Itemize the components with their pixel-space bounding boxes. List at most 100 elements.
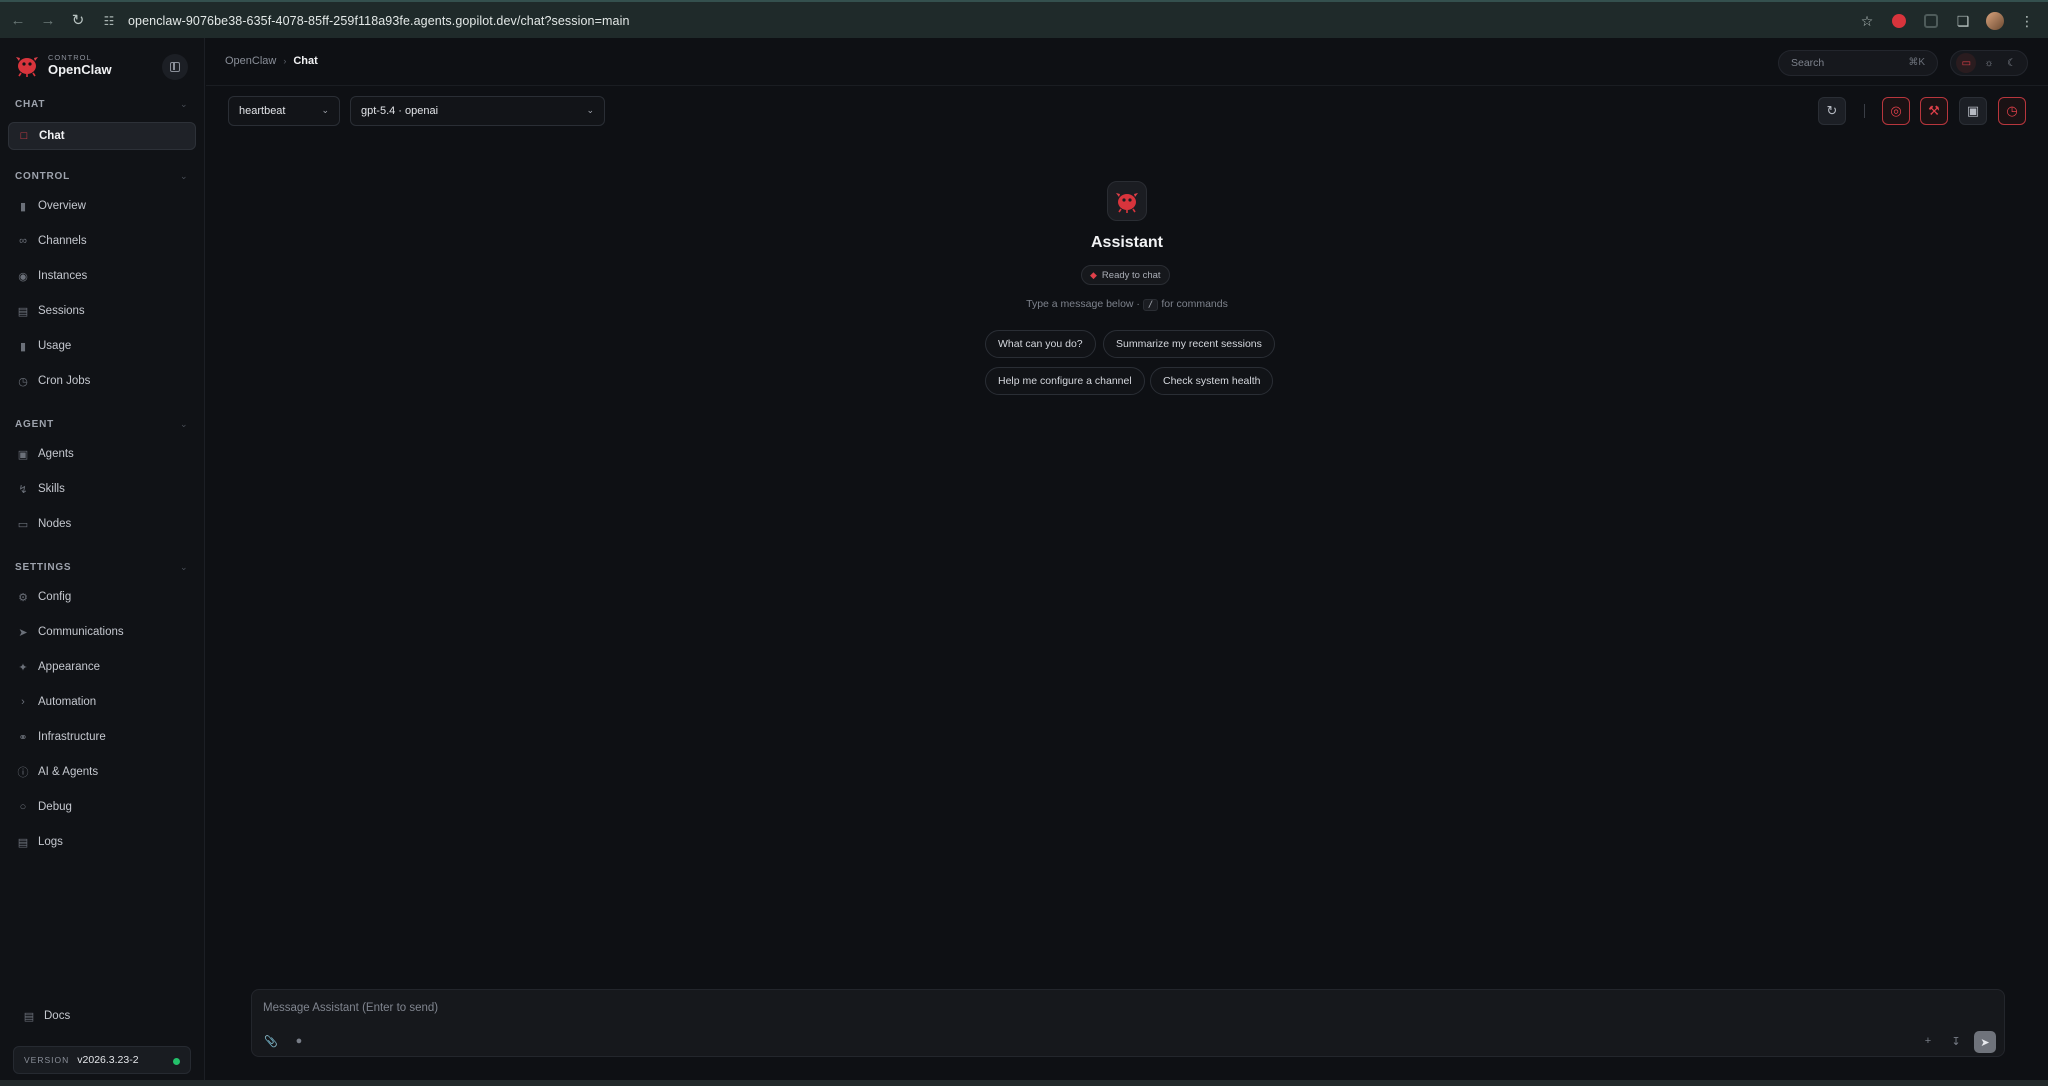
top-header: OpenClaw › Chat Search ⌘K ▭ ☼ ☾ [206,38,2048,86]
sidebar-item-instances[interactable]: ◉ Instances [8,262,196,290]
sidebar-item-agents[interactable]: ▣ Agents [8,440,196,468]
browser-menu-icon[interactable]: ⋮ [2016,10,2038,32]
plus-icon[interactable]: + [1919,1032,1937,1050]
tools-toggle-button[interactable]: ⚒ [1920,97,1948,125]
sidebar-item-label: Config [38,591,72,603]
sidebar: CONTROL OpenClaw CHAT ⌄ □ Chat CONTROL ⌄… [0,38,205,1084]
brand[interactable]: CONTROL OpenClaw [14,52,112,78]
url-text[interactable]: openclaw-9076be38-635f-4078-85ff-259f118… [128,14,630,28]
bookmark-star-icon[interactable]: ☆ [1856,10,1878,32]
refresh-button[interactable]: ↻ [1818,97,1846,125]
sidebar-item-communications[interactable]: ➤ Communications [8,618,196,646]
message-input-placeholder[interactable]: Message Assistant (Enter to send) [263,1002,438,1014]
dark-theme-moon-icon[interactable]: ☾ [2002,53,2022,73]
assistant-avatar [1107,181,1147,221]
bar-chart-icon: ▮ [19,200,27,213]
bug-icon: ○ [19,801,27,813]
forward-arrow-icon[interactable]: → [34,6,62,34]
sidebar-item-label: Overview [38,200,86,212]
search-input[interactable]: Search ⌘K [1778,50,1938,76]
message-composer[interactable]: Message Assistant (Enter to send) 📎 ● + … [251,989,2005,1057]
extension-red-icon[interactable] [1888,10,1910,32]
sidebar-item-nodes[interactable]: ▭ Nodes [8,510,196,538]
send-icon: ➤ [1980,1036,1990,1049]
sidebar-item-debug[interactable]: ○ Debug [8,793,196,821]
openclaw-logo-icon [16,57,38,77]
clock-icon: ◷ [18,375,28,388]
sidebar-item-overview[interactable]: ▮ Overview [8,192,196,220]
gear-icon: ⚙ [18,591,28,604]
chevron-down-icon[interactable]: ⌄ [180,419,188,430]
chat-bubble-icon: □ [20,130,28,142]
monitor-icon: ▭ [17,518,29,531]
section-title-control[interactable]: CONTROL [15,171,70,182]
sidebar-item-automation[interactable]: › Automation [8,688,196,716]
sidebar-item-logs[interactable]: ▤ Logs [8,828,196,856]
docs-link[interactable]: ▤ Docs [22,1009,70,1023]
sidebar-item-appearance[interactable]: ✦ Appearance [8,653,196,681]
sidebar-item-label: Skills [38,483,65,495]
sidebar-item-ai-agents[interactable]: ⓘ AI & Agents [8,758,196,786]
sidebar-item-channels[interactable]: ∞ Channels [8,227,196,255]
suggestion-chip[interactable]: Summarize my recent sessions [1103,330,1275,358]
version-key: VERSION [24,1055,70,1065]
command-hint: Type a message below · / for commands [977,298,1277,311]
model-select[interactable]: gpt-5.4 · openai ⌄ [350,96,605,126]
suggestion-chip[interactable]: Help me configure a channel [985,367,1145,395]
sidebar-item-label: Instances [38,270,88,282]
sidebar-item-label: Infrastructure [38,731,106,743]
extension-grey-icon[interactable] [1920,10,1942,32]
section-title-agent[interactable]: AGENT [15,419,54,430]
microphone-icon[interactable]: ● [290,1032,308,1050]
thinking-toggle-button[interactable]: ◎ [1882,97,1910,125]
sidebar-item-label: Cron Jobs [38,375,91,387]
section-title-chat[interactable]: CHAT [15,99,45,110]
download-icon[interactable]: ↧ [1947,1032,1965,1050]
send-button[interactable]: ➤ [1974,1031,1996,1053]
sidebar-item-infrastructure[interactable]: ⚭ Infrastructure [8,723,196,751]
globe-icon: ⚭ [18,731,28,744]
extensions-puzzle-icon[interactable]: ❏ [1952,10,1974,32]
site-info-icon[interactable]: ☷ [100,12,118,30]
assistant-logo-icon [1116,193,1138,213]
brand-subtitle: CONTROL [48,53,92,62]
focus-mode-button[interactable]: ▣ [1959,97,1987,125]
link-icon: ∞ [19,235,27,247]
reload-icon[interactable]: ↻ [64,6,92,34]
history-button[interactable]: ◷ [1998,97,2026,125]
sidebar-collapse-button[interactable] [162,54,188,80]
section-title-settings[interactable]: SETTINGS [15,562,71,573]
suggestion-chip[interactable]: What can you do? [985,330,1096,358]
sidebar-item-label: Channels [38,235,87,247]
chevron-down-icon[interactable]: ⌄ [180,562,188,573]
back-arrow-icon[interactable]: ← [4,6,32,34]
sidebar-item-usage[interactable]: ▮ Usage [8,332,196,360]
chevron-down-icon[interactable]: ⌄ [180,171,188,182]
sidebar-item-label: Chat [39,130,65,142]
assistant-name: Assistant [1090,234,1164,251]
suggestion-chip[interactable]: Check system health [1150,367,1274,395]
chevron-down-icon[interactable]: ⌄ [180,99,188,110]
system-theme-icon[interactable]: ▭ [1956,53,1977,73]
hint-after: for commands [1161,298,1228,310]
sidebar-item-sessions[interactable]: ▤ Sessions [8,297,196,325]
sidebar-item-cron-jobs[interactable]: ◷ Cron Jobs [8,367,196,395]
light-theme-sun-icon[interactable]: ☼ [1979,53,1999,73]
version-value: v2026.3.23-2 [77,1054,139,1066]
paperclip-icon[interactable]: 📎 [262,1032,280,1050]
address-bar[interactable]: ☷ openclaw-9076be38-635f-4078-85ff-259f1… [100,8,1880,34]
session-select[interactable]: heartbeat ⌄ [228,96,340,126]
chevron-down-icon: ⌄ [321,105,329,115]
scroll-icon: ▤ [17,836,29,849]
sidebar-item-label: Appearance [38,661,101,673]
sidebar-item-label: Usage [38,340,72,352]
wrench-icon: ⚒ [1928,103,1940,118]
breadcrumb-root[interactable]: OpenClaw [225,55,276,67]
sidebar-item-skills[interactable]: ↯ Skills [8,475,196,503]
bar-chart-icon: ▮ [19,340,27,353]
sidebar-item-config[interactable]: ⚙ Config [8,583,196,611]
sparkle-icon: ✦ [18,661,28,674]
refresh-icon: ↻ [1826,103,1838,118]
sidebar-item-chat[interactable]: □ Chat [8,122,196,150]
profile-avatar[interactable] [1984,10,2006,32]
